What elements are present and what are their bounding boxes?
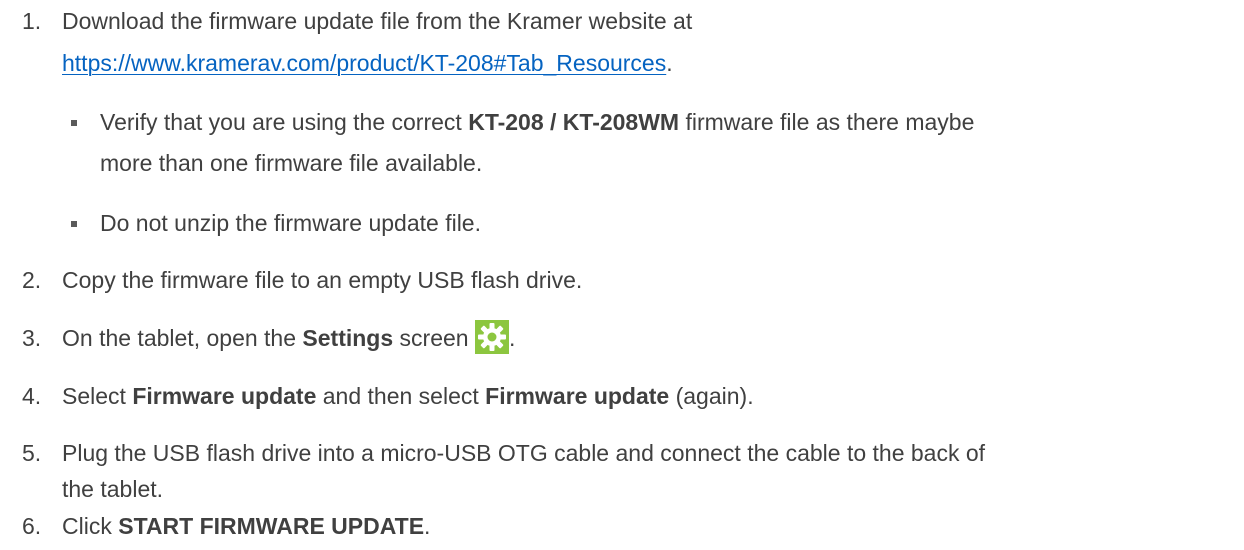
- bullet-icon: [71, 120, 77, 126]
- firmware-update-label: Firmware update: [132, 383, 317, 409]
- step-text: Copy the firmware file to an empty USB f…: [62, 267, 583, 293]
- resources-link[interactable]: https://www.kramerav.com/product/KT-208#…: [62, 50, 666, 76]
- bullet-text: Do not unzip the firmware update file.: [100, 210, 481, 236]
- step-number: 5.: [22, 440, 42, 466]
- model-name: KT-208 / KT-208WM: [468, 109, 680, 135]
- step-text: Download the firmware update file from t…: [62, 8, 693, 34]
- step-number: 6.: [22, 513, 42, 539]
- step-number: 4.: [22, 383, 42, 409]
- step-text: Click START FIRMWARE UPDATE.: [62, 513, 431, 539]
- settings-label: Settings: [302, 325, 394, 351]
- step-number: 1.: [22, 8, 42, 34]
- start-firmware-update-label: START FIRMWARE UPDATE: [118, 513, 425, 539]
- bullet-icon: [71, 221, 77, 227]
- step-number: 2.: [22, 267, 42, 293]
- step-text: Plug the USB flash drive into a micro-US…: [62, 440, 986, 466]
- step-text-cont: the tablet.: [62, 476, 164, 502]
- step-text: On the tablet, open the Settings screen …: [62, 319, 515, 354]
- step-number: 3.: [22, 325, 42, 351]
- step-text: Select Firmware update and then select F…: [62, 383, 754, 409]
- settings-gear-icon: [474, 319, 509, 354]
- bullet-text: Verify that you are using the correct KT…: [100, 109, 975, 135]
- firmware-update-label: Firmware update: [485, 383, 670, 409]
- document-page: 1. Download the firmware update file fro…: [0, 0, 1244, 550]
- resource-link-line: https://www.kramerav.com/product/KT-208#…: [62, 50, 673, 76]
- bullet-text-cont: more than one firmware file available.: [100, 150, 483, 176]
